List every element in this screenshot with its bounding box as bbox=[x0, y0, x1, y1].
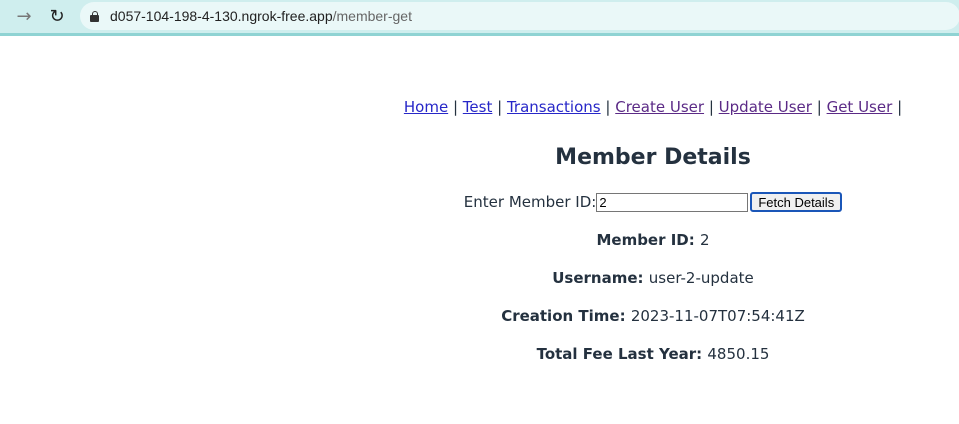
nav-link-get-user[interactable]: Get User bbox=[827, 98, 893, 116]
address-bar[interactable]: d057-104-198-4-130.ngrok-free.app/member… bbox=[80, 2, 959, 30]
member-id-detail-value: 2 bbox=[699, 231, 710, 249]
url-path: /member-get bbox=[332, 8, 412, 24]
nav-separator: | bbox=[816, 98, 822, 116]
reload-icon[interactable]: ↻ bbox=[45, 5, 69, 27]
nav-separator: | bbox=[708, 98, 714, 116]
total-fee-label: Total Fee Last Year: bbox=[536, 345, 708, 363]
nav-separator: | bbox=[605, 98, 611, 116]
total-fee-row: Total Fee Last Year: 4850.15 bbox=[347, 343, 959, 365]
creation-time-value: 2023-11-07T07:54:41Z bbox=[630, 307, 805, 325]
nav-separator: | bbox=[897, 98, 903, 116]
fetch-details-button[interactable]: Fetch Details bbox=[750, 192, 843, 212]
nav-separator: | bbox=[452, 98, 459, 116]
member-id-label: Enter Member ID: bbox=[463, 193, 597, 211]
member-id-input[interactable] bbox=[596, 192, 749, 212]
nav-link-home[interactable]: Home bbox=[404, 98, 448, 116]
lock-icon[interactable] bbox=[90, 10, 99, 22]
nav-link-create-user[interactable]: Create User bbox=[615, 98, 704, 116]
username-label: Username: bbox=[552, 269, 649, 287]
member-id-detail-label: Member ID: bbox=[596, 231, 700, 249]
member-id-form: Enter Member ID: Fetch Details bbox=[347, 191, 959, 213]
url-host: d057-104-198-4-130.ngrok-free.app bbox=[110, 8, 333, 24]
nav-links: Home | Test | Transactions | Create User… bbox=[347, 96, 959, 118]
page-title: Member Details bbox=[555, 145, 751, 170]
username-value: user-2-update bbox=[648, 269, 754, 287]
forward-arrow-icon[interactable]: → bbox=[12, 5, 36, 27]
nav-separator: | bbox=[497, 98, 503, 116]
creation-time-label: Creation Time: bbox=[501, 307, 631, 325]
creation-time-row: Creation Time: 2023-11-07T07:54:41Z bbox=[347, 305, 959, 327]
total-fee-value: 4850.15 bbox=[707, 345, 770, 363]
browser-toolbar: → ↻ d057-104-198-4-130.ngrok-free.app/me… bbox=[0, 0, 959, 36]
main-content: Home | Test | Transactions | Create User… bbox=[347, 36, 959, 365]
nav-link-test[interactable]: Test bbox=[463, 98, 493, 116]
nav-link-update-user[interactable]: Update User bbox=[719, 98, 812, 116]
nav-link-transactions[interactable]: Transactions bbox=[507, 98, 601, 116]
member-id-row: Member ID: 2 bbox=[347, 229, 959, 251]
username-row: Username: user-2-update bbox=[347, 267, 959, 289]
